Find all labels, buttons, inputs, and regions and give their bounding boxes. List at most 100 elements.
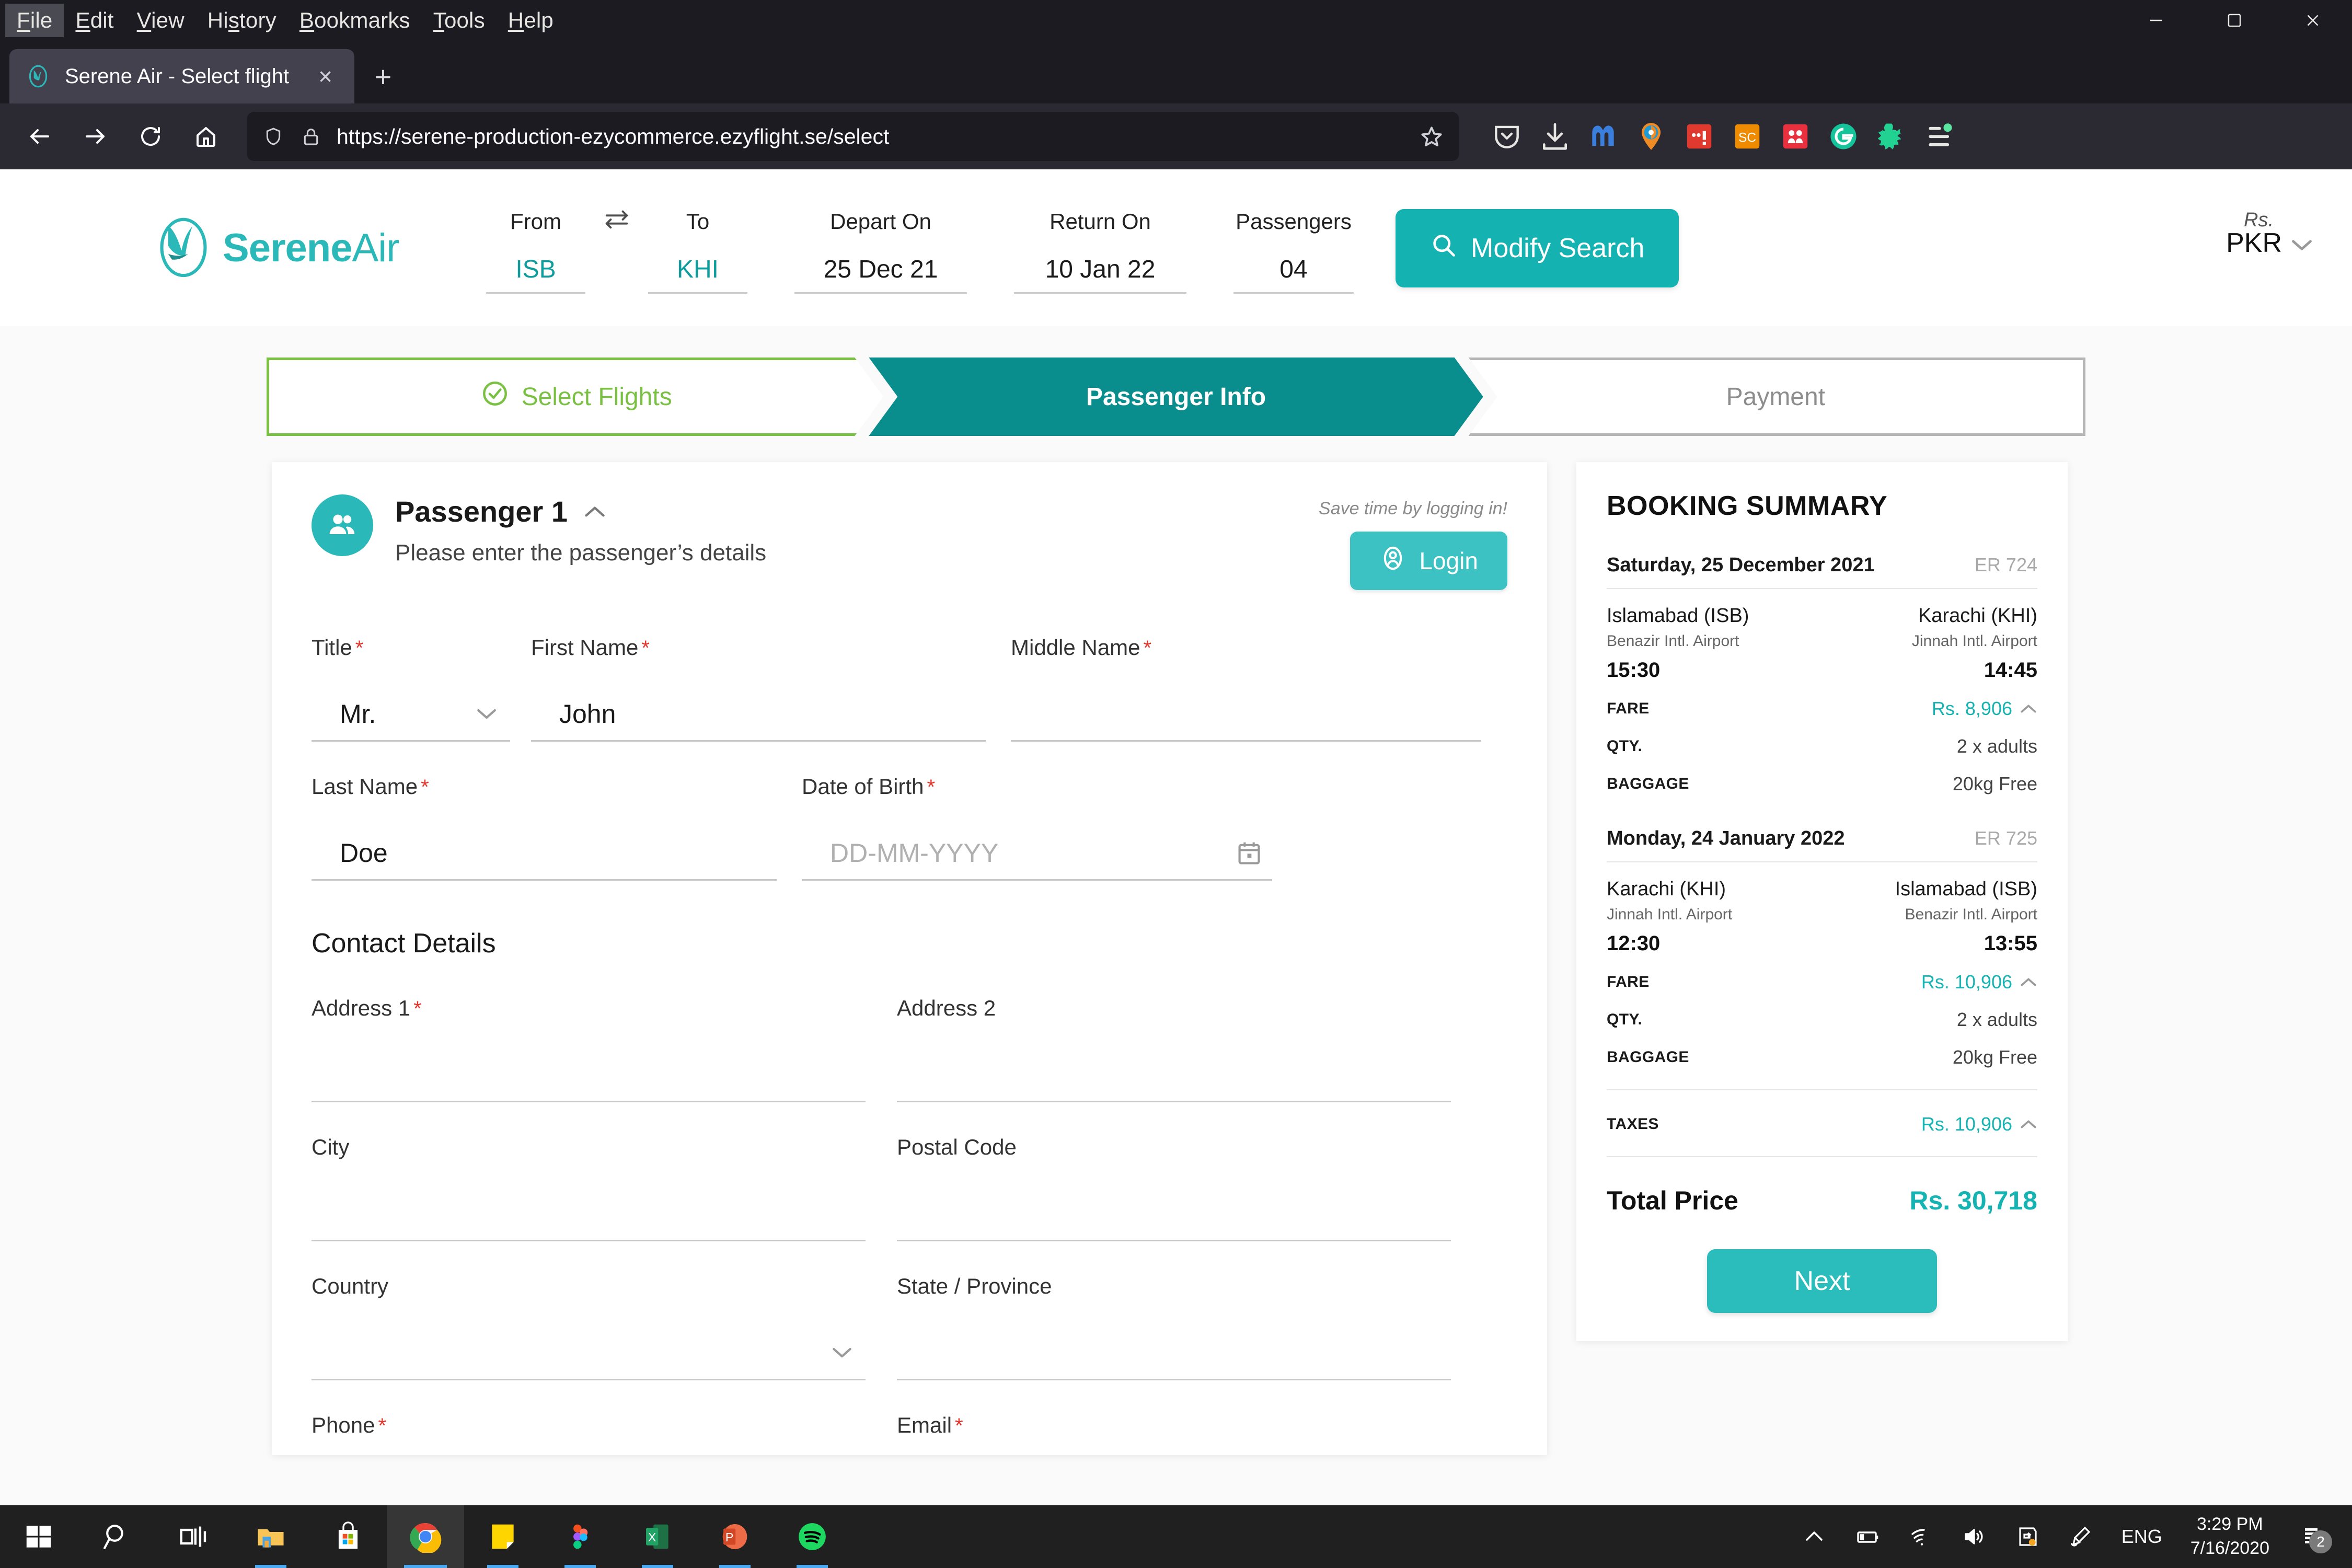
figma-icon[interactable]: [541, 1505, 619, 1568]
home-button[interactable]: [182, 112, 230, 160]
new-tab-button[interactable]: +: [354, 49, 412, 103]
adblock-icon[interactable]: [1682, 119, 1716, 154]
minimize-button[interactable]: [2117, 0, 2195, 41]
next-button[interactable]: Next: [1707, 1249, 1937, 1313]
menu-file[interactable]: File: [5, 4, 64, 37]
windows-taskbar: X P ENG 3:29 PM 7/16/2020 2: [0, 1505, 2352, 1568]
swap-route-icon[interactable]: [585, 209, 648, 244]
title-field[interactable]: Title * Mr.: [312, 635, 510, 742]
menu-tools[interactable]: Tools: [422, 4, 497, 37]
menu-view[interactable]: View: [125, 4, 196, 37]
address2-field[interactable]: Address 2: [897, 996, 1451, 1102]
state-province-field[interactable]: State / Province: [897, 1274, 1451, 1380]
maximize-button[interactable]: [2195, 0, 2274, 41]
grammarly-icon[interactable]: [1826, 119, 1861, 154]
qty-value: 2 x adults: [1956, 735, 2037, 757]
chevron-down-icon[interactable]: [831, 1346, 861, 1359]
downloads-icon[interactable]: [1538, 119, 1572, 154]
lock-icon[interactable]: [299, 124, 323, 148]
pocket-icon[interactable]: [1490, 119, 1524, 154]
last-name-field[interactable]: Last Name * Doe: [312, 774, 777, 881]
calendar-icon[interactable]: [1236, 839, 1268, 867]
passenger-fields: Title * Mr. First Name * John Middle Nam…: [272, 590, 1547, 1455]
forward-button[interactable]: [71, 112, 119, 160]
task-view-icon[interactable]: [155, 1505, 232, 1568]
menu-history[interactable]: History: [196, 4, 288, 37]
currency-selector[interactable]: Rs. PKR: [2226, 209, 2326, 259]
onedrive-icon[interactable]: [2003, 1505, 2051, 1568]
fare-value-wrap: Rs. 10,906: [1921, 971, 2037, 993]
wifi-icon[interactable]: [1897, 1505, 1945, 1568]
step-select-flights[interactable]: Select Flights: [267, 358, 883, 436]
browser-tab[interactable]: Serene Air - Select flight ×: [9, 49, 354, 103]
reload-button[interactable]: [126, 112, 175, 160]
back-button[interactable]: [16, 112, 64, 160]
powerpoint-icon[interactable]: P: [696, 1505, 774, 1568]
country-field[interactable]: Country: [312, 1274, 866, 1380]
address-bar[interactable]: https://serene-production-ezycommerce.ez…: [247, 112, 1459, 161]
m-extension-icon[interactable]: [1778, 119, 1813, 154]
depart-date-field[interactable]: Depart On 25 Dec 21: [794, 209, 967, 294]
dob-field[interactable]: Date of Birth * DD-MM-YYYY: [802, 774, 1272, 881]
fare-row[interactable]: FARE Rs. 10,906: [1607, 971, 2037, 993]
city-field[interactable]: City: [312, 1135, 866, 1241]
close-button[interactable]: [2274, 0, 2352, 41]
show-hidden-icons[interactable]: [1790, 1505, 1838, 1568]
fare-row[interactable]: FARE Rs. 8,906: [1607, 698, 2037, 720]
taskbar-clock[interactable]: 3:29 PM 7/16/2020: [2179, 1513, 2281, 1561]
menu-bookmarks[interactable]: Bookmarks: [288, 4, 422, 37]
volume-icon[interactable]: [1950, 1505, 1998, 1568]
chevron-up-icon[interactable]: [2020, 1119, 2037, 1130]
from-field[interactable]: From ISB: [486, 209, 585, 294]
microsoft-store-icon[interactable]: [309, 1505, 387, 1568]
login-button[interactable]: Login: [1350, 532, 1507, 590]
pen-icon[interactable]: [2057, 1505, 2105, 1568]
postal-code-field[interactable]: Postal Code: [897, 1135, 1451, 1241]
malwarebytes-icon[interactable]: [1586, 119, 1620, 154]
firefox-menu-icon[interactable]: [1922, 119, 1957, 154]
start-icon[interactable]: [0, 1505, 77, 1568]
excel-icon[interactable]: X: [619, 1505, 696, 1568]
chevron-up-icon[interactable]: [2020, 703, 2037, 714]
sc-extension-icon[interactable]: SC: [1730, 119, 1765, 154]
currency-code-wrap: PKR: [2226, 227, 2313, 259]
chevron-up-icon[interactable]: [583, 504, 606, 519]
first-name-field[interactable]: First Name * John: [531, 635, 986, 742]
taxes-row[interactable]: TAXES Rs. 10,906: [1607, 1113, 2037, 1135]
bookmark-star-icon[interactable]: [1419, 123, 1445, 149]
return-date-field[interactable]: Return On 10 Jan 22: [1014, 209, 1186, 294]
battery-icon[interactable]: [1843, 1505, 1892, 1568]
passengers-value: 04: [1279, 256, 1308, 283]
spotify-icon[interactable]: [774, 1505, 851, 1568]
tab-close-icon[interactable]: ×: [312, 64, 339, 88]
hola-vpn-icon[interactable]: [1634, 119, 1668, 154]
email-field[interactable]: Email *: [897, 1413, 1451, 1455]
middle-name-field[interactable]: Middle Name *: [1011, 635, 1481, 742]
file-explorer-icon[interactable]: [232, 1505, 309, 1568]
menu-edit[interactable]: Edit: [64, 4, 125, 37]
sticky-notes-icon[interactable]: [464, 1505, 541, 1568]
baggage-value: 20kg Free: [1952, 773, 2037, 794]
shield-icon[interactable]: [261, 124, 285, 148]
honey-icon[interactable]: [1874, 119, 1909, 154]
chevron-down-icon[interactable]: [476, 707, 506, 721]
search-icon[interactable]: [77, 1505, 155, 1568]
fare-label: FARE: [1607, 973, 1650, 990]
menu-help[interactable]: Help: [497, 4, 565, 37]
step-passenger-info[interactable]: Passenger Info: [869, 358, 1483, 436]
passenger-subtitle: Please enter the passenger’s details: [395, 540, 767, 566]
notifications-button[interactable]: 2: [2286, 1505, 2336, 1568]
to-field[interactable]: To KHI: [648, 209, 747, 294]
serene-air-logo[interactable]: SereneAir: [152, 214, 486, 281]
passengers-field[interactable]: Passengers 04: [1233, 209, 1354, 294]
total-price-label: Total Price: [1607, 1186, 1738, 1215]
address1-field[interactable]: Address 1 *: [312, 996, 866, 1102]
modify-search-button[interactable]: Modify Search: [1396, 209, 1679, 287]
phone-field[interactable]: Phone *: [312, 1413, 866, 1455]
step-payment[interactable]: Payment: [1468, 358, 2085, 436]
next-button-wrap: Next: [1607, 1249, 2037, 1313]
language-indicator[interactable]: ENG: [2110, 1526, 2174, 1548]
passenger-header: Passenger 1 Please enter the passenger’s…: [272, 494, 1547, 590]
chevron-up-icon[interactable]: [2020, 976, 2037, 988]
chrome-icon[interactable]: [387, 1505, 464, 1568]
